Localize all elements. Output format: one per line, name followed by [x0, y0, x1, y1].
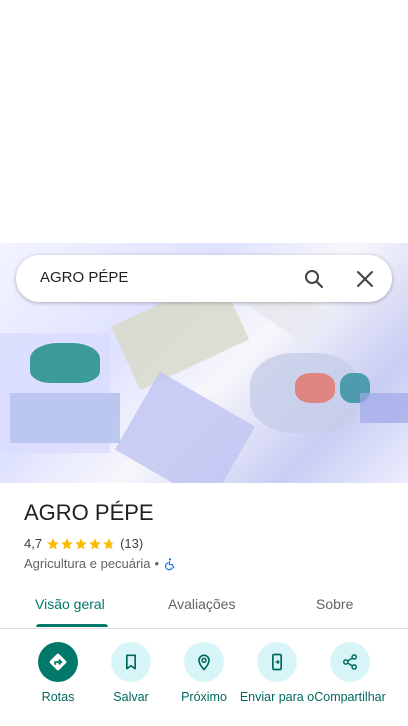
star-icon — [89, 537, 101, 549]
rating-row[interactable]: 4,7 (13) — [24, 536, 143, 551]
category-row: Agricultura e pecuária • — [24, 556, 177, 571]
save-button[interactable]: Salvar — [91, 640, 171, 705]
star-icon — [61, 537, 73, 549]
tab-overview[interactable]: Visão geral — [35, 596, 105, 612]
send-to-phone-button[interactable]: Enviar para o — [237, 640, 317, 705]
star-icon — [47, 537, 59, 549]
search-input[interactable]: AGRO PÉPE — [40, 269, 128, 286]
directions-icon — [49, 653, 67, 671]
bookmark-icon — [126, 654, 136, 670]
nearby-label: Próximo — [181, 690, 227, 704]
directions-button[interactable]: Rotas — [18, 640, 98, 705]
active-tab-indicator — [36, 624, 108, 627]
action-bar: Rotas Salvar Próximo Enviar para o Compa… — [0, 640, 408, 726]
map-area-blank — [0, 0, 408, 243]
share-button[interactable]: Compartilhar — [310, 640, 390, 705]
rating-value: 4,7 — [24, 536, 43, 551]
star-icon — [75, 537, 87, 549]
tab-about[interactable]: Sobre — [316, 596, 353, 612]
separator-dot: • — [154, 556, 160, 571]
share-label: Compartilhar — [314, 690, 386, 704]
review-count[interactable]: (13) — [120, 536, 143, 551]
directions-label: Rotas — [41, 690, 75, 704]
tab-bar: Visão geral Avaliações Sobre — [0, 588, 408, 629]
search-icon[interactable] — [302, 267, 326, 291]
share-icon — [343, 654, 357, 670]
send-to-phone-label: Enviar para o — [239, 690, 315, 704]
star-half-icon — [103, 537, 115, 549]
send-to-phone-icon — [272, 653, 282, 671]
rating-stars — [46, 537, 116, 551]
close-icon[interactable] — [353, 267, 377, 291]
wheelchair-accessible-icon — [165, 557, 175, 570]
place-category: Agricultura e pecuária — [24, 556, 151, 571]
nearby-icon — [198, 654, 210, 671]
search-bar[interactable]: AGRO PÉPE — [16, 255, 392, 302]
tab-reviews[interactable]: Avaliações — [168, 596, 235, 612]
place-title: AGRO PÉPE — [24, 500, 154, 525]
save-label: Salvar — [113, 690, 149, 704]
nearby-button[interactable]: Próximo — [164, 640, 244, 705]
